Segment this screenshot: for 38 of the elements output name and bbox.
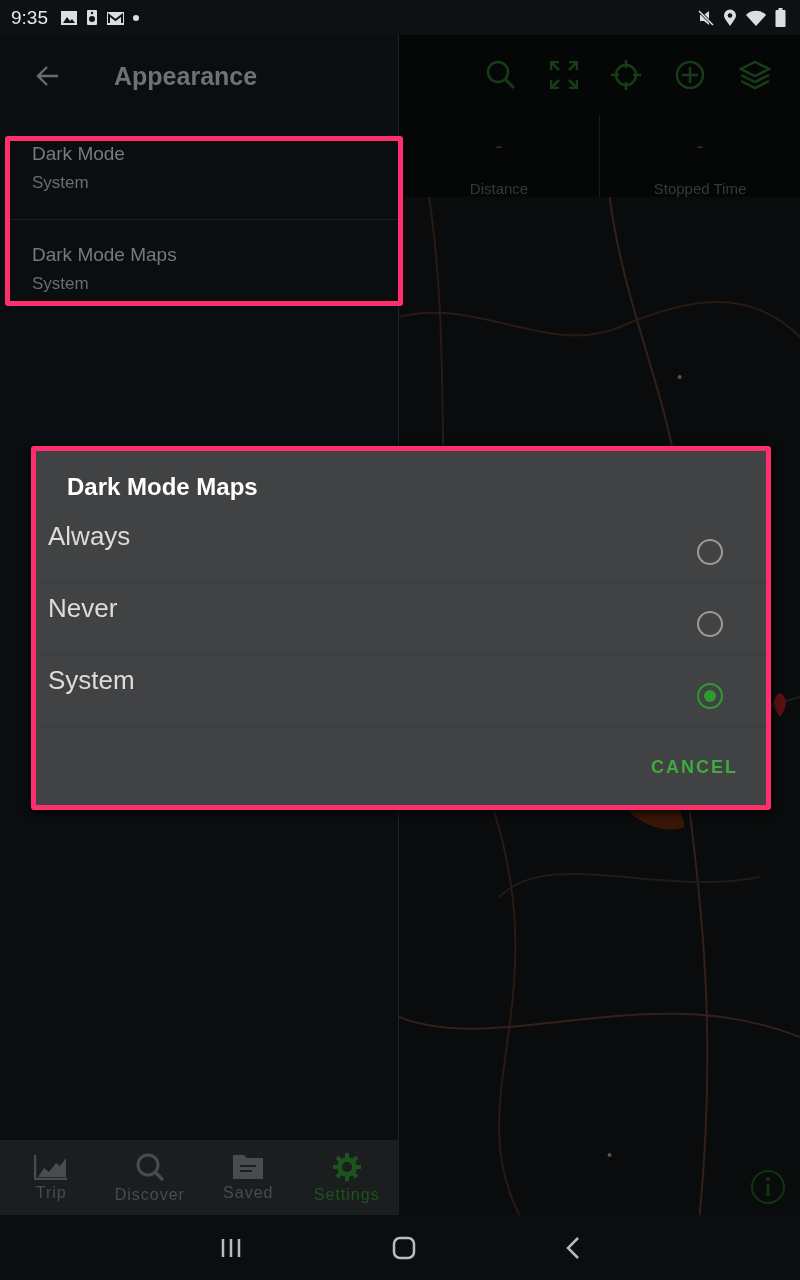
mail-icon <box>106 9 125 26</box>
radio-button[interactable] <box>697 539 723 565</box>
back-arrow-icon[interactable] <box>36 65 60 87</box>
cancel-button[interactable]: CANCEL <box>649 753 740 782</box>
folder-icon <box>232 1153 265 1180</box>
setting-item[interactable]: Dark Mode Maps System <box>10 219 398 301</box>
add-icon[interactable] <box>675 60 706 90</box>
home-icon[interactable] <box>392 1235 416 1260</box>
stat-value: - <box>495 135 503 158</box>
option-label: System <box>48 664 136 696</box>
location-icon <box>723 8 737 27</box>
battery-icon <box>775 7 786 28</box>
mute-icon <box>697 8 715 27</box>
speaker-icon <box>86 9 98 26</box>
option-row[interactable]: Never <box>36 583 766 655</box>
layers-icon[interactable] <box>739 60 772 90</box>
stat-value: - <box>696 135 704 158</box>
wifi-icon <box>745 8 767 27</box>
search-icon[interactable] <box>485 60 516 90</box>
crosshair-icon[interactable] <box>611 60 642 90</box>
option-label: Always <box>48 520 132 552</box>
page-title: Appearance <box>114 61 258 91</box>
settings-icon <box>331 1151 362 1182</box>
radio-button[interactable] <box>697 683 723 709</box>
search-icon <box>134 1151 165 1182</box>
image-icon <box>60 9 78 26</box>
dot-icon <box>133 14 139 21</box>
back-icon[interactable] <box>566 1235 580 1260</box>
recent-apps-icon[interactable] <box>220 1236 242 1259</box>
option-row[interactable]: Always <box>36 511 766 583</box>
radio-button[interactable] <box>697 611 723 637</box>
setting-item[interactable]: Dark Mode System <box>10 141 398 219</box>
status-time: 9:35 <box>11 6 48 29</box>
option-row[interactable]: System <box>36 655 766 727</box>
fullscreen-icon[interactable] <box>549 61 578 89</box>
dialog-title: Dark Mode Maps <box>66 473 259 501</box>
chart-icon <box>34 1153 69 1180</box>
option-label: Never <box>48 592 119 624</box>
